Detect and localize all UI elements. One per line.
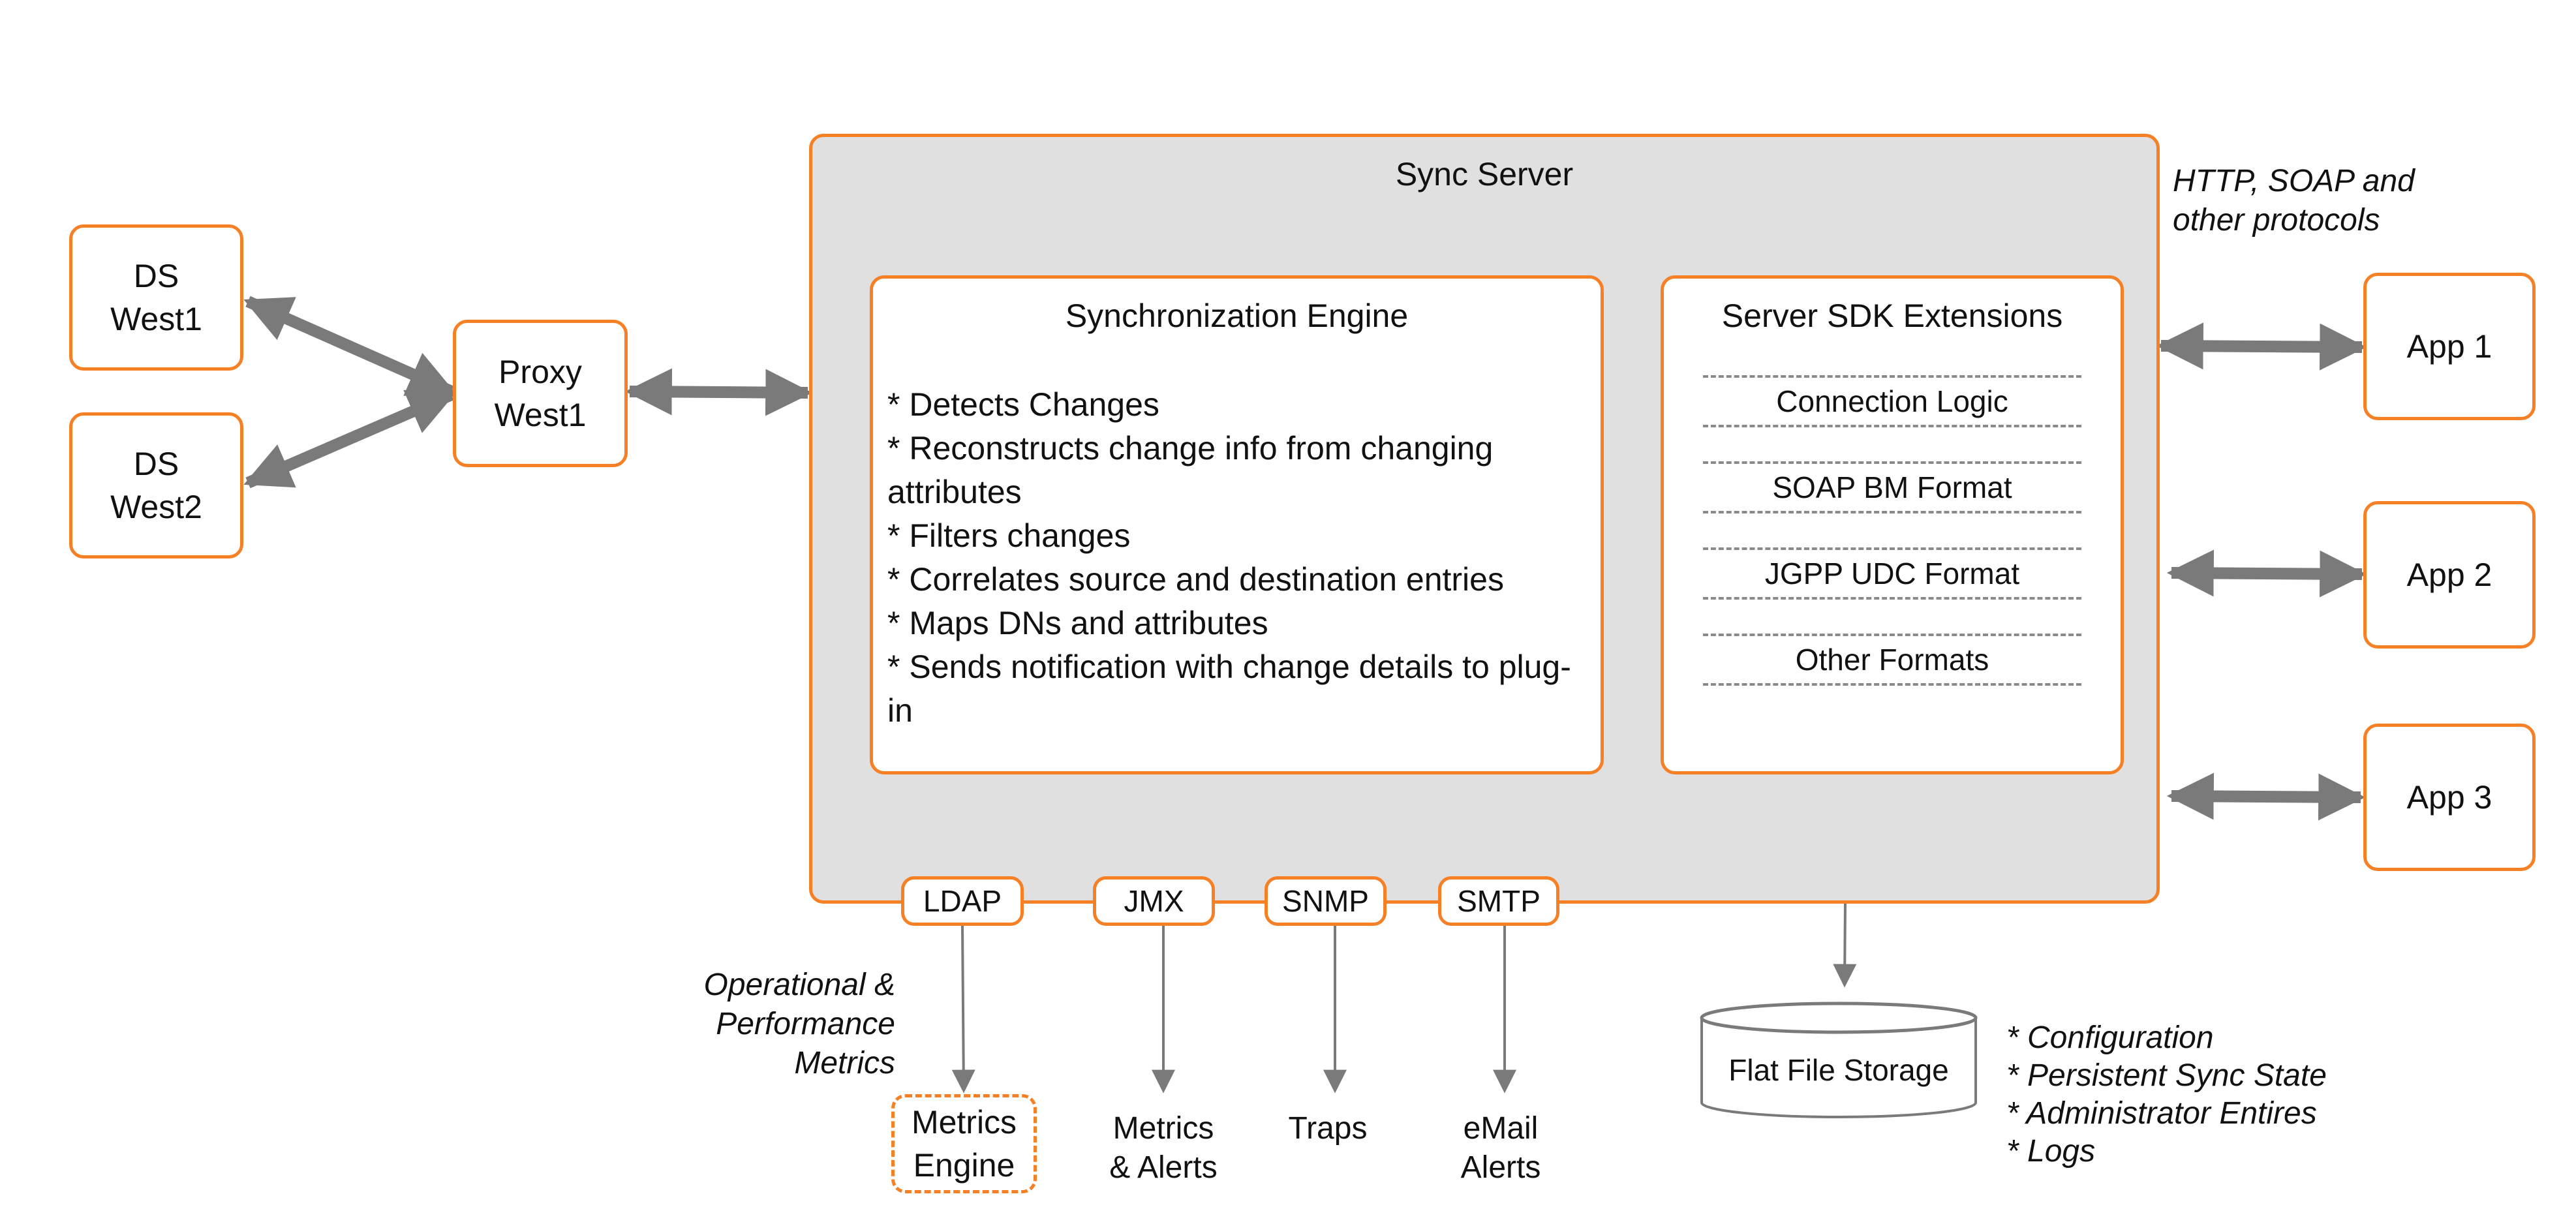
metrics-note-line: Metrics <box>794 1046 895 1080</box>
engine-feature: * Detects Changes <box>887 386 1159 423</box>
engine-feature: * Maps DNs and attributes <box>887 605 1268 641</box>
metrics-note: Operational & Performance Metrics <box>652 966 895 1083</box>
arrow-proxy-server <box>624 368 813 416</box>
sdk-item-jgpp-udc-format[interactable]: JGPP UDC Format <box>1703 547 2081 600</box>
email-alerts-output: eMail Alerts <box>1435 1109 1566 1187</box>
protocols-note-line: HTTP, SOAP and <box>2173 164 2415 198</box>
metrics-alerts-output: Metrics & Alerts <box>1085 1109 1242 1187</box>
server-sdk-extensions-panel[interactable]: Server SDK Extensions Connection Logic S… <box>1661 275 2124 774</box>
protocols-note: HTTP, SOAP and other protocols <box>2173 162 2415 240</box>
protocol-snmp[interactable]: SNMP <box>1265 876 1387 926</box>
ds-west2-line2: West2 <box>110 489 202 525</box>
arrow-ldap-metrics-engine <box>951 925 975 1094</box>
app2-label: App 2 <box>2406 557 2492 593</box>
app3-node[interactable]: App 3 <box>2363 724 2536 871</box>
protocol-smtp[interactable]: SMTP <box>1438 876 1559 926</box>
storage-note: * Persistent Sync State <box>2006 1058 2327 1093</box>
sync-server-title: Sync Server <box>1395 156 1574 192</box>
protocol-jmx[interactable]: JMX <box>1093 876 1215 926</box>
arrow-ds-west2-proxy <box>243 389 456 489</box>
sdk-item-other-formats[interactable]: Other Formats <box>1703 634 2081 686</box>
storage-note: * Administrator Entires <box>2006 1096 2317 1131</box>
protocol-ldap[interactable]: LDAP <box>901 876 1024 926</box>
synchronization-engine-panel[interactable]: Synchronization Engine * Detects Changes… <box>870 275 1604 774</box>
metrics-alerts-line: & Alerts <box>1109 1150 1218 1185</box>
storage-note: * Logs <box>2006 1134 2096 1169</box>
arrow-server-app3 <box>2166 773 2366 821</box>
ds-west1-line1: DS <box>133 258 179 294</box>
email-alerts-line: eMail <box>1463 1111 1539 1146</box>
arrow-server-app1 <box>2156 322 2367 371</box>
protocols-note-line: other protocols <box>2173 203 2380 237</box>
storage-note: * Configuration <box>2006 1020 2214 1055</box>
metrics-engine-line: Metrics <box>911 1104 1017 1140</box>
ds-west2-line1: DS <box>133 446 179 482</box>
storage-notes: * Configuration * Persistent Sync State … <box>2006 1019 2327 1170</box>
metrics-note-line: Performance <box>716 1007 895 1041</box>
app3-label: App 3 <box>2406 779 2492 816</box>
sdk-item-soap-bm-format[interactable]: SOAP BM Format <box>1703 461 2081 513</box>
email-alerts-line: Alerts <box>1460 1150 1541 1185</box>
sdk-title: Server SDK Extensions <box>1721 298 2063 334</box>
engine-title: Synchronization Engine <box>1065 298 1409 334</box>
proxy-line2: West1 <box>494 397 587 433</box>
ds-west1-line2: West1 <box>110 301 202 337</box>
metrics-engine-node[interactable]: Metrics Engine <box>891 1094 1037 1193</box>
engine-feature-list: * Detects Changes * Reconstructs change … <box>887 383 1587 733</box>
ds-west1-node[interactable]: DS West1 <box>69 224 243 371</box>
arrow-ds-west1-proxy <box>243 296 456 397</box>
metrics-engine-line: Engine <box>913 1147 1015 1184</box>
engine-feature: * Filters changes <box>887 517 1131 554</box>
app1-label: App 1 <box>2406 328 2492 365</box>
flat-file-storage-label[interactable]: Flat File Storage <box>1702 1050 1976 1090</box>
proxy-west1-node[interactable]: Proxy West1 <box>453 320 628 467</box>
engine-feature: * Reconstructs change info from changing… <box>887 430 1494 510</box>
sdk-item-connection-logic[interactable]: Connection Logic <box>1703 375 2081 427</box>
metrics-alerts-line: Metrics <box>1112 1111 1214 1146</box>
engine-feature: * Sends notification with change details… <box>887 649 1571 729</box>
metrics-note-line: Operational & <box>703 968 895 1002</box>
app1-node[interactable]: App 1 <box>2363 273 2536 420</box>
ds-west2-node[interactable]: DS West2 <box>69 412 243 558</box>
traps-output: Traps <box>1288 1111 1368 1146</box>
proxy-line1: Proxy <box>498 354 582 390</box>
arrow-server-app2 <box>2166 549 2367 598</box>
engine-feature: * Correlates source and destination entr… <box>887 561 1504 598</box>
app2-node[interactable]: App 2 <box>2363 501 2536 649</box>
sync-server-container: Sync Server Synchronization Engine * Det… <box>809 134 2160 904</box>
